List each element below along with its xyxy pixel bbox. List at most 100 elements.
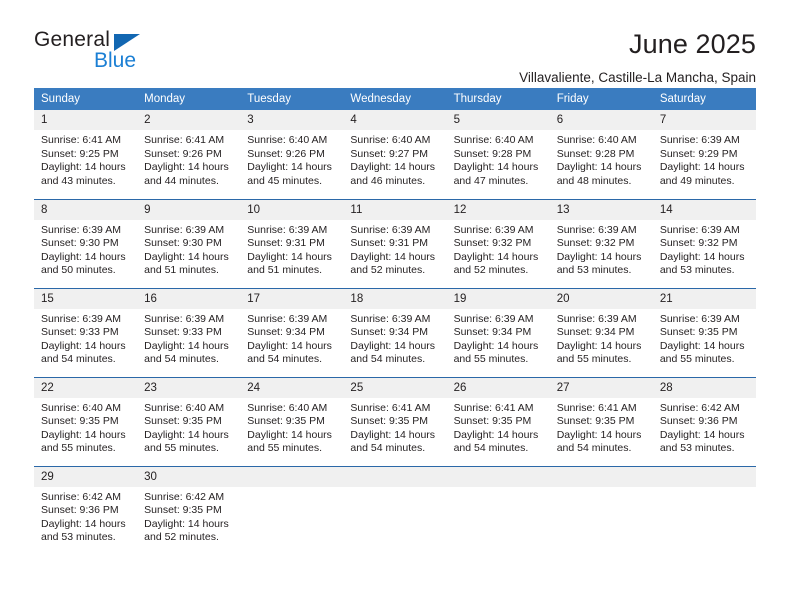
day-details: Sunrise: 6:41 AM Sunset: 9:35 PM Daylight:… <box>550 398 653 456</box>
day-details: Sunrise: 6:40 AM Sunset: 9:27 PM Daylight:… <box>343 130 446 188</box>
calendar-day-cell[interactable]: 7 Sunrise: 6:39 AM Sunset: 9:29 PM Daylight… <box>652 110 756 199</box>
calendar-day-cell[interactable]: 27 Sunrise: 6:41 AM Sunset: 9:35 PM Dayligh… <box>549 376 653 466</box>
day-details: Sunrise: 6:42 AM Sunset: 9:35 PM Daylight:… <box>137 487 240 545</box>
daylight-text-line2: and 55 minutes. <box>247 442 322 455</box>
day-number: 29 <box>34 466 138 487</box>
daylight-text-line2: and 52 minutes. <box>453 264 529 277</box>
daylight-text-line2: and 54 minutes. <box>144 353 219 366</box>
day-number: 25 <box>343 377 447 398</box>
day-number: 27 <box>549 377 653 398</box>
calendar-day-cell[interactable]: 12 Sunrise: 6:39 AM Sunset: 9:32 PM Dayligh… <box>446 198 550 288</box>
calendar-day-cell[interactable]: 16 Sunrise: 6:39 AM Sunset: 9:33 PM Dayligh… <box>137 287 241 377</box>
daylight-text-line2: and 53 minutes. <box>556 264 632 277</box>
daylight-text-line2: and 55 minutes. <box>659 353 735 366</box>
sunrise-text: Sunrise: 6:40 AM <box>556 134 637 146</box>
daylight-text-line2: and 53 minutes. <box>659 442 735 455</box>
calendar-day-cell[interactable]: 11 Sunrise: 6:39 AM Sunset: 9:31 PM Dayligh… <box>343 198 447 288</box>
calendar-day-cell[interactable]: 17 Sunrise: 6:39 AM Sunset: 9:34 PM Dayligh… <box>240 287 344 377</box>
day-number <box>240 466 344 487</box>
daylight-text-line1: Daylight: 14 hours <box>350 339 436 352</box>
day-number: 23 <box>137 377 241 398</box>
daylight-text-line1: Daylight: 14 hours <box>41 339 126 352</box>
sunset-text: Sunset: 9:31 PM <box>350 237 429 250</box>
sunrise-text: Sunrise: 6:41 AM <box>350 401 431 414</box>
day-number: 14 <box>652 199 756 220</box>
calendar-day-cell[interactable]: 28 Sunrise: 6:42 AM Sunset: 9:36 PM Dayligh… <box>652 376 756 466</box>
calendar-day-cell[interactable]: 14 Sunrise: 6:39 AM Sunset: 9:32 PM Dayligh… <box>652 198 756 288</box>
calendar-day-cell[interactable]: 6 Sunrise: 6:40 AM Sunset: 9:28 PM Daylight… <box>549 110 653 199</box>
day-number: 3 <box>240 110 344 130</box>
generalblue-logo[interactable]: General Blue <box>34 28 154 76</box>
calendar-day-cell-empty <box>343 465 447 555</box>
calendar-day-cell[interactable]: 23 Sunrise: 6:40 AM Sunset: 9:35 PM Dayligh… <box>137 376 241 466</box>
calendar-day-cell[interactable]: 2 Sunrise: 6:41 AM Sunset: 9:26 PM Daylight… <box>137 110 241 199</box>
sunrise-text: Sunrise: 6:39 AM <box>453 312 534 325</box>
weekday-header-tuesday: Tuesday <box>240 88 344 110</box>
calendar-day-cell[interactable]: 19 Sunrise: 6:39 AM Sunset: 9:34 PM Dayligh… <box>446 287 550 377</box>
calendar-day-cell[interactable]: 5 Sunrise: 6:40 AM Sunset: 9:28 PM Daylight… <box>446 110 550 199</box>
calendar-day-cell-empty <box>446 465 550 555</box>
daylight-text-line1: Daylight: 14 hours <box>556 250 642 263</box>
sunset-text: Sunset: 9:34 PM <box>247 326 325 339</box>
sunset-text: Sunset: 9:29 PM <box>659 147 738 160</box>
daylight-text-line1: Daylight: 14 hours <box>247 339 332 352</box>
calendar-day-cell[interactable]: 4 Sunrise: 6:40 AM Sunset: 9:27 PM Daylight… <box>343 110 447 199</box>
calendar-body: 1 Sunrise: 6:41 AM Sunset: 9:25 PM Daylight… <box>34 110 756 555</box>
calendar-day-cell-empty <box>652 465 756 555</box>
calendar-day-cell[interactable]: 9 Sunrise: 6:39 AM Sunset: 9:30 PM Daylight… <box>137 198 241 288</box>
day-details: Sunrise: 6:39 AM Sunset: 9:33 PM Daylight:… <box>137 309 240 367</box>
daylight-text-line2: and 52 minutes. <box>350 264 426 277</box>
calendar-day-cell[interactable]: 1 Sunrise: 6:41 AM Sunset: 9:25 PM Daylight… <box>34 110 138 199</box>
calendar-day-cell[interactable]: 18 Sunrise: 6:39 AM Sunset: 9:34 PM Dayligh… <box>343 287 447 377</box>
calendar-day-cell[interactable]: 15 Sunrise: 6:39 AM Sunset: 9:33 PM Dayligh… <box>34 287 138 377</box>
daylight-text-line1: Daylight: 14 hours <box>659 339 745 352</box>
daylight-text-line2: and 54 minutes. <box>453 442 529 455</box>
calendar-day-cell[interactable]: 20 Sunrise: 6:39 AM Sunset: 9:34 PM Dayligh… <box>549 287 653 377</box>
day-details: Sunrise: 6:39 AM Sunset: 9:32 PM Daylight:… <box>653 220 756 278</box>
calendar-day-cell[interactable]: 13 Sunrise: 6:39 AM Sunset: 9:32 PM Dayligh… <box>549 198 653 288</box>
day-number: 16 <box>137 288 241 309</box>
page-title: June 2025 <box>628 29 756 59</box>
sunrise-text: Sunrise: 6:40 AM <box>41 401 121 414</box>
sunset-text: Sunset: 9:35 PM <box>41 415 119 428</box>
daylight-text-line1: Daylight: 14 hours <box>659 428 745 441</box>
sunset-text: Sunset: 9:33 PM <box>144 326 222 339</box>
sunset-text: Sunset: 9:35 PM <box>659 326 738 339</box>
calendar-day-cell[interactable]: 25 Sunrise: 6:41 AM Sunset: 9:35 PM Dayligh… <box>343 376 447 466</box>
calendar-day-cell[interactable]: 21 Sunrise: 6:39 AM Sunset: 9:35 PM Dayligh… <box>652 287 756 377</box>
calendar-day-cell[interactable]: 10 Sunrise: 6:39 AM Sunset: 9:31 PM Dayligh… <box>240 198 344 288</box>
day-number <box>343 466 447 487</box>
calendar-day-cell[interactable]: 22 Sunrise: 6:40 AM Sunset: 9:35 PM Dayligh… <box>34 376 138 466</box>
calendar-day-cell[interactable]: 8 Sunrise: 6:39 AM Sunset: 9:30 PM Daylight… <box>34 198 138 288</box>
calendar-day-cell[interactable]: 30 Sunrise: 6:42 AM Sunset: 9:35 PM Dayligh… <box>137 465 241 555</box>
sunrise-text: Sunrise: 6:39 AM <box>659 134 740 146</box>
sunrise-text: Sunrise: 6:39 AM <box>556 312 637 325</box>
daylight-text-line1: Daylight: 14 hours <box>41 250 126 263</box>
day-number: 15 <box>34 288 138 309</box>
sunrise-text: Sunrise: 6:40 AM <box>247 401 328 414</box>
daylight-text-line2: and 43 minutes. <box>41 174 116 187</box>
day-details: Sunrise: 6:39 AM Sunset: 9:34 PM Daylight:… <box>343 309 446 367</box>
day-number: 6 <box>549 110 653 130</box>
calendar-day-cell[interactable]: 3 Sunrise: 6:40 AM Sunset: 9:26 PM Daylight… <box>240 110 344 199</box>
calendar-day-cell[interactable]: 24 Sunrise: 6:40 AM Sunset: 9:35 PM Dayligh… <box>240 376 344 466</box>
day-details <box>653 487 756 491</box>
weekday-header-sunday: Sunday <box>34 88 138 110</box>
day-number: 30 <box>137 466 241 487</box>
daylight-text-line1: Daylight: 14 hours <box>144 250 229 263</box>
sunset-text: Sunset: 9:35 PM <box>144 415 222 428</box>
weekday-header-saturday: Saturday <box>652 88 756 110</box>
day-number: 24 <box>240 377 344 398</box>
daylight-text-line2: and 54 minutes. <box>247 353 322 366</box>
calendar-day-cell[interactable]: 26 Sunrise: 6:41 AM Sunset: 9:35 PM Dayligh… <box>446 376 550 466</box>
day-details: Sunrise: 6:40 AM Sunset: 9:28 PM Daylight:… <box>550 130 653 188</box>
sunrise-text: Sunrise: 6:39 AM <box>41 223 121 236</box>
daylight-text-line1: Daylight: 14 hours <box>350 428 436 441</box>
sunset-text: Sunset: 9:32 PM <box>453 237 532 250</box>
weekday-header-wednesday: Wednesday <box>343 88 447 110</box>
daylight-text-line1: Daylight: 14 hours <box>453 339 539 352</box>
calendar-week-row: 1 Sunrise: 6:41 AM Sunset: 9:25 PM Daylight… <box>34 110 756 199</box>
daylight-text-line2: and 55 minutes. <box>556 353 632 366</box>
calendar-day-cell[interactable]: 29 Sunrise: 6:42 AM Sunset: 9:36 PM Dayligh… <box>34 465 138 555</box>
sunset-text: Sunset: 9:26 PM <box>144 147 222 160</box>
